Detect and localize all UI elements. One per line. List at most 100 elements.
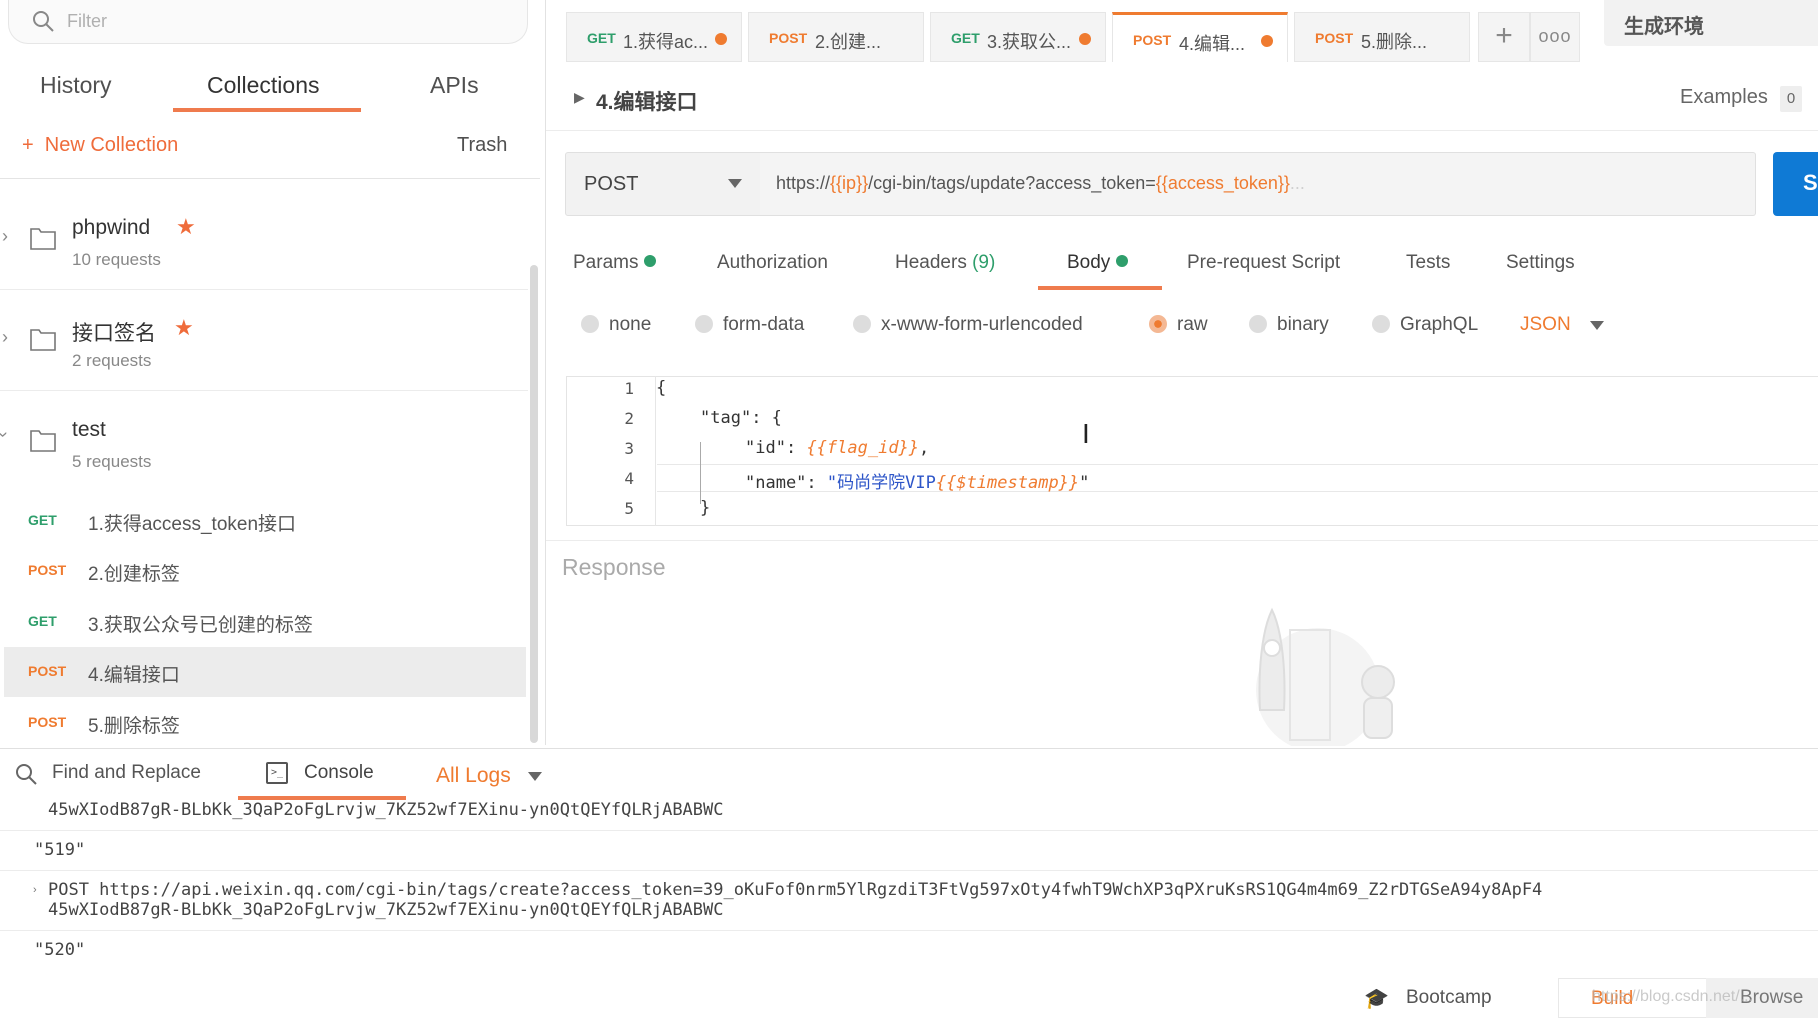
divider [546, 130, 1818, 131]
folder-icon [30, 228, 56, 250]
request-tab[interactable]: POST 5.删除... [1294, 12, 1470, 62]
folder-icon [30, 430, 56, 452]
collection-name: 接口签名 [72, 322, 156, 345]
code-line: { [656, 378, 667, 398]
dropdown-arrow-icon[interactable] [1590, 321, 1604, 330]
collection-item[interactable]: › 接口签名 ★ 2 requests [0, 291, 528, 391]
request-item[interactable]: POST 2.创建标签 [4, 546, 526, 596]
rocket-illustration-icon [1256, 607, 1395, 746]
search-icon [16, 764, 37, 785]
plus-icon: + [22, 134, 45, 156]
method-select[interactable]: POST [565, 152, 761, 216]
request-tab[interactable]: GET 1.获得ac... [566, 12, 742, 62]
method-badge: POST [28, 663, 67, 679]
chevron-right-icon[interactable]: › [2, 327, 8, 348]
log-level-select[interactable]: All Logs [436, 764, 511, 788]
tab-label: 5.删除... [1361, 32, 1428, 52]
collection-item[interactable]: › test 5 requests [0, 392, 528, 492]
request-tab-active[interactable]: POST 4.编辑... [1112, 12, 1288, 62]
url-input[interactable]: https://{{ip}}/cgi-bin/tags/update?acces… [760, 152, 1756, 216]
body-format-select[interactable]: JSON [1520, 314, 1571, 336]
code-punct: : { [751, 408, 782, 428]
body-type-graphql[interactable]: GraphQL [1372, 314, 1478, 336]
request-tab[interactable]: GET 3.获取公... [930, 12, 1106, 62]
radio-label: form-data [723, 314, 805, 335]
request-item-active[interactable]: POST 4.编辑接口 [4, 647, 526, 697]
chevron-down-icon[interactable]: › [0, 432, 14, 438]
request-name: 3.获取公众号已创建的标签 [88, 615, 313, 636]
more-tabs-icon[interactable]: ooo [1530, 12, 1580, 62]
tab-body[interactable]: Body [1067, 252, 1129, 274]
unsaved-dot [1079, 33, 1091, 45]
filter-placeholder: Filter [67, 11, 107, 31]
environment-selector[interactable]: 生成环境 [1604, 0, 1818, 46]
trash-button[interactable]: Trash [457, 134, 507, 157]
body-type-form-data[interactable]: form-data [695, 314, 804, 336]
dropdown-arrow-icon [728, 179, 742, 188]
request-tab[interactable]: POST 2.创建... [748, 12, 924, 62]
radio-icon [1372, 315, 1390, 333]
tab-label: Headers [895, 252, 967, 273]
url-variable: {{access_token}} [1155, 173, 1290, 193]
body-type-urlencoded[interactable]: x-www-form-urlencoded [853, 314, 1083, 336]
radio-icon [581, 315, 599, 333]
code-line: "tag": { [700, 408, 782, 428]
graduation-cap-icon: 🎓 [1364, 988, 1389, 1010]
request-title: 4.编辑接口 [596, 91, 698, 114]
method-badge: GET [28, 512, 57, 528]
console-tab[interactable]: Console [304, 762, 374, 784]
radio-label: x-www-form-urlencoded [881, 314, 1083, 335]
add-tab-button[interactable]: + [1478, 12, 1530, 62]
collection-count: 5 requests [72, 452, 152, 471]
tab-prerequest-script[interactable]: Pre-request Script [1187, 252, 1340, 274]
caret-right-icon[interactable]: ▶ [574, 89, 585, 106]
expand-caret-icon[interactable]: › [33, 884, 37, 896]
body-type-raw[interactable]: raw [1149, 314, 1208, 336]
tab-settings[interactable]: Settings [1506, 252, 1575, 274]
examples-button[interactable]: Examples [1680, 86, 1768, 109]
sidebar-scrollbar[interactable] [530, 265, 538, 743]
indicator-dot [644, 255, 657, 267]
method-value: POST [584, 173, 639, 195]
request-item[interactable]: POST 5.删除标签 [4, 698, 526, 748]
request-item[interactable]: GET 3.获取公众号已创建的标签 [4, 597, 526, 647]
line-number: 4 [624, 469, 634, 488]
code-punct: " [1079, 473, 1090, 493]
divider [546, 540, 1818, 541]
body-type-binary[interactable]: binary [1249, 314, 1329, 336]
response-label: Response [562, 554, 666, 580]
chevron-right-icon[interactable]: › [2, 226, 8, 247]
json-variable: {{flag_id}} [806, 438, 920, 458]
radio-icon [853, 315, 871, 333]
tab-params[interactable]: Params [573, 252, 657, 274]
collection-count: 10 requests [72, 250, 161, 269]
url-text: https://{{ip}}/cgi-bin/tags/update?acces… [776, 173, 1305, 194]
tab-apis[interactable]: APIs [430, 72, 479, 99]
tab-label: Body [1067, 252, 1111, 273]
body-type-none[interactable]: none [581, 314, 651, 336]
dropdown-arrow-icon[interactable] [528, 772, 542, 781]
line-number: 5 [624, 499, 634, 518]
json-string: "码尚学院VIP [826, 473, 936, 493]
console-line[interactable]: POST https://api.weixin.qq.com/cgi-bin/t… [48, 880, 1542, 900]
request-name: 4.编辑接口 [88, 665, 180, 686]
collection-item[interactable]: › phpwind ★ 10 requests [0, 190, 528, 290]
star-icon[interactable]: ★ [174, 315, 194, 341]
find-replace-button[interactable]: Find and Replace [52, 762, 201, 784]
request-item[interactable]: GET 1.获得access_token接口 [4, 496, 526, 546]
tab-label: 3.获取公... [987, 32, 1072, 52]
bootcamp-button[interactable]: Bootcamp [1406, 987, 1492, 1009]
filter-input[interactable]: Filter [8, 0, 528, 44]
indent-guide [700, 442, 701, 504]
new-collection-button[interactable]: + New Collection [22, 134, 178, 157]
star-icon[interactable]: ★ [176, 214, 196, 240]
tab-collections[interactable]: Collections [207, 72, 320, 99]
tab-history[interactable]: History [40, 72, 112, 99]
tab-headers[interactable]: Headers (9) [895, 252, 995, 274]
radio-label: GraphQL [1400, 314, 1479, 335]
tab-method: GET [587, 30, 616, 46]
console-line: "520" [34, 940, 86, 960]
tab-authorization[interactable]: Authorization [717, 252, 828, 274]
tab-tests[interactable]: Tests [1406, 252, 1450, 274]
send-button[interactable]: S [1773, 152, 1818, 216]
